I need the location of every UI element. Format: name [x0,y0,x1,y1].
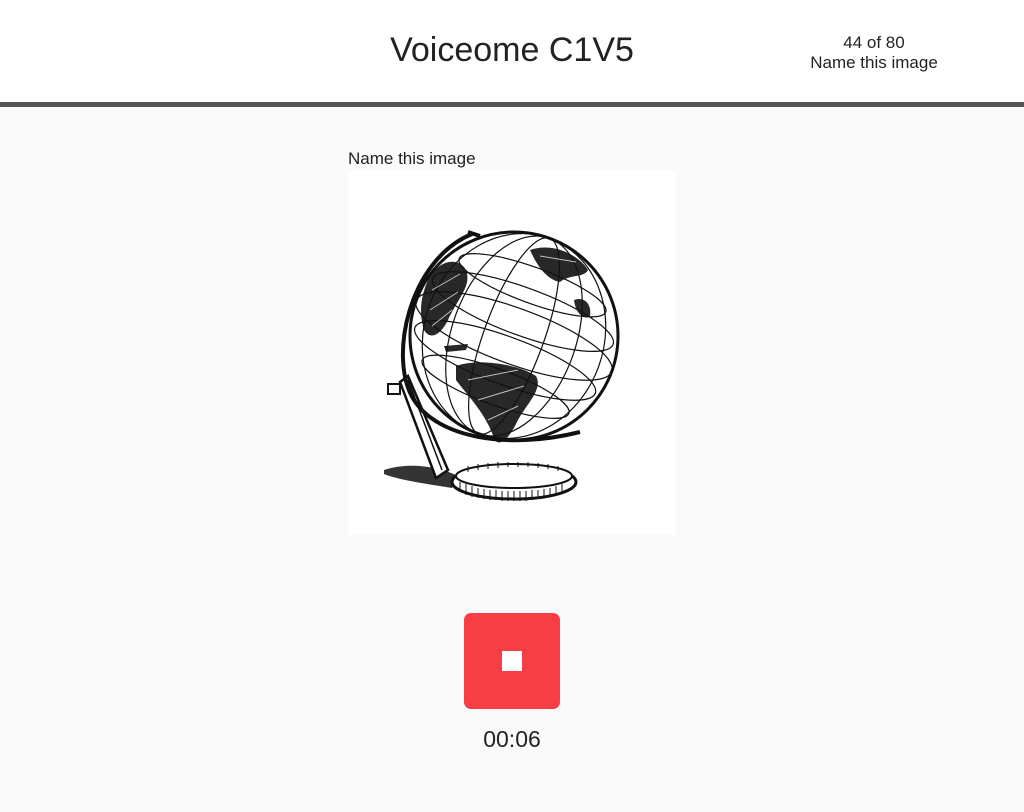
stop-recording-button[interactable] [464,613,560,709]
recording-timer: 00:06 [483,726,541,752]
stop-icon [502,651,522,671]
globe-illustration [384,230,620,501]
task-name: Name this image [810,53,938,72]
progress-indicator: 44 of 80 Name this image [794,33,954,73]
prompt-label: Name this image [348,149,476,168]
app-header: Voiceome C1V5 44 of 80 Name this image [0,0,1024,107]
globe-image [348,170,676,535]
progress-counter: 44 of 80 [843,33,905,52]
